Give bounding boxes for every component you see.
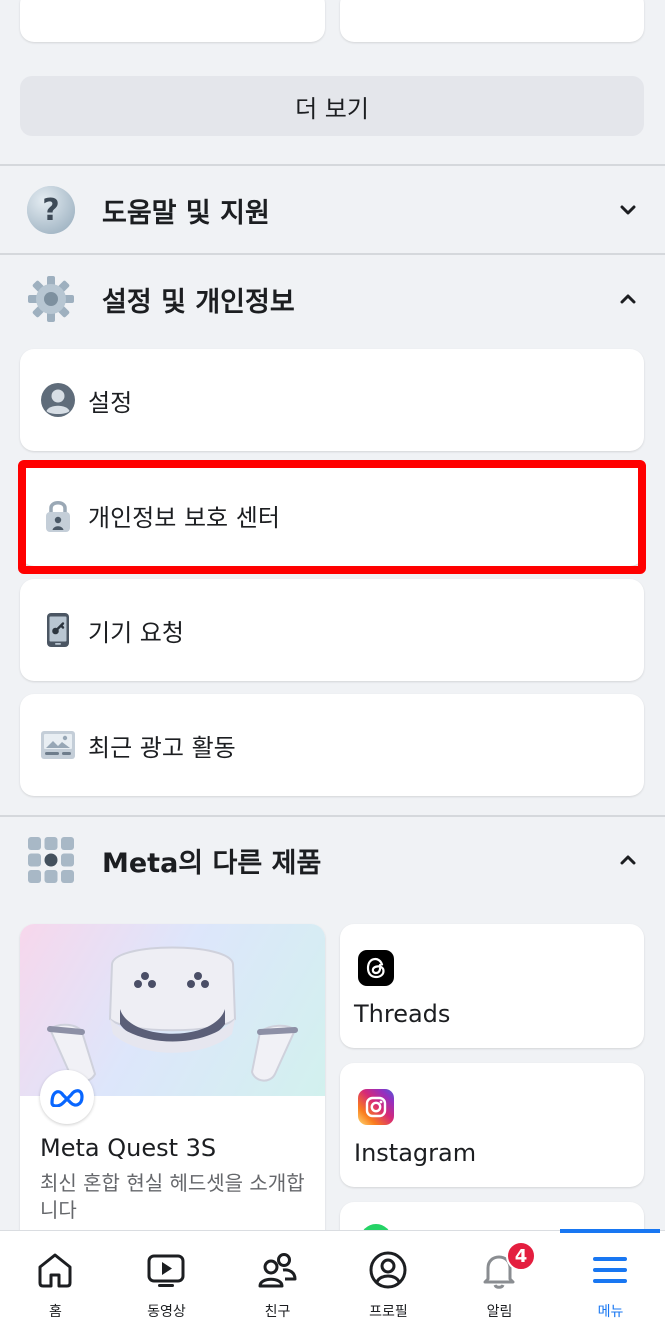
meta-quest-description: 최신 혼합 현실 헤드셋을 소개합니다	[40, 1171, 305, 1222]
home-icon	[34, 1249, 76, 1291]
tab-label: 알림	[486, 1304, 513, 1320]
chevron-up-icon	[620, 855, 636, 865]
menu-item-recent-ad-activity[interactable]: 최근 광고 활동	[20, 694, 644, 796]
profile-circle-icon	[40, 382, 76, 418]
threads-card[interactable]: Threads	[340, 924, 644, 1048]
help-support-label: 도움말 및 지원	[102, 197, 270, 229]
video-icon	[145, 1249, 187, 1291]
tab-label: 친구	[264, 1304, 291, 1320]
svg-text:?: ?	[42, 193, 59, 228]
menu-item-label: 기기 요청	[88, 618, 184, 647]
tab-friends[interactable]: 친구	[222, 1231, 333, 1331]
menu-item-label: 설정	[88, 388, 133, 417]
gear-icon	[26, 274, 76, 324]
menu-icon	[589, 1249, 631, 1291]
tab-label: 메뉴	[597, 1304, 624, 1320]
menu-item-device-requests[interactable]: 기기 요청	[20, 579, 644, 681]
menu-item-label: 최근 광고 활동	[88, 733, 236, 762]
tab-label: 프로필	[369, 1304, 408, 1320]
highlight-box	[18, 460, 646, 574]
threads-icon	[358, 950, 394, 986]
profile-icon	[367, 1249, 409, 1291]
chevron-down-icon	[620, 205, 636, 215]
instagram-icon	[358, 1089, 394, 1125]
tab-menu[interactable]: 메뉴	[555, 1231, 665, 1331]
tab-profile[interactable]: 프로필	[333, 1231, 444, 1331]
shortcut-card[interactable]	[20, 0, 325, 42]
threads-label: Threads	[354, 1000, 451, 1028]
see-more-button[interactable]: 더 보기	[20, 76, 644, 136]
tab-notifications[interactable]: 4 알림	[444, 1231, 555, 1331]
apps-grid-icon	[26, 835, 76, 885]
settings-privacy-section[interactable]: 설정 및 개인정보	[0, 255, 665, 343]
ad-image-icon	[40, 727, 76, 763]
chevron-up-icon	[620, 294, 636, 304]
menu-item-settings[interactable]: 설정	[20, 349, 644, 451]
meta-products-section[interactable]: Meta의 다른 제품	[0, 816, 665, 904]
bottom-tab-bar: 홈 동영상 친구 프로필 4 알림 메뉴	[0, 1229, 665, 1331]
meta-quest-title: Meta Quest 3S	[40, 1134, 217, 1162]
help-support-section[interactable]: ? 도움말 및 지원	[0, 166, 665, 254]
instagram-card[interactable]: Instagram	[340, 1063, 644, 1187]
question-icon: ?	[26, 185, 76, 235]
instagram-label: Instagram	[354, 1139, 477, 1167]
meta-quest-card[interactable]: Meta Quest 3S 최신 혼합 현실 헤드셋을 소개합니다	[20, 924, 325, 1254]
tab-label: 홈	[49, 1304, 62, 1320]
friends-icon	[256, 1249, 298, 1291]
tab-video[interactable]: 동영상	[111, 1231, 222, 1331]
notification-count-badge: 4	[506, 1241, 536, 1271]
phone-key-icon	[40, 612, 76, 648]
tab-label: 동영상	[147, 1304, 186, 1320]
previous-shortcut-cards	[0, 0, 665, 44]
settings-privacy-label: 설정 및 개인정보	[102, 286, 295, 318]
tab-home[interactable]: 홈	[0, 1231, 111, 1331]
meta-logo-icon	[40, 1070, 94, 1124]
meta-products-label: Meta의 다른 제품	[102, 847, 322, 879]
shortcut-card[interactable]	[340, 0, 644, 42]
